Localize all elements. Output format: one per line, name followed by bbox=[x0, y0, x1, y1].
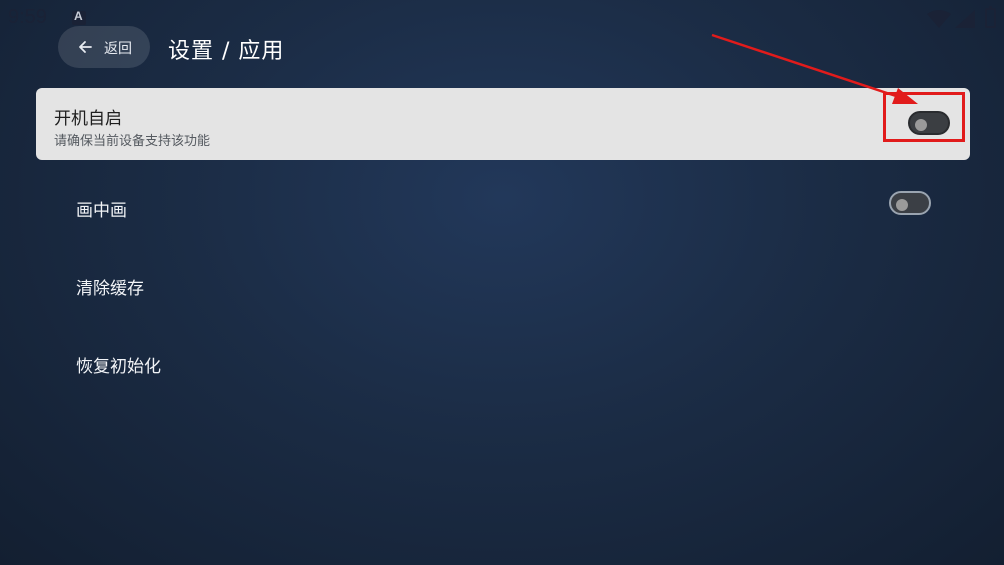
annotation-arrow-icon bbox=[711, 33, 918, 104]
